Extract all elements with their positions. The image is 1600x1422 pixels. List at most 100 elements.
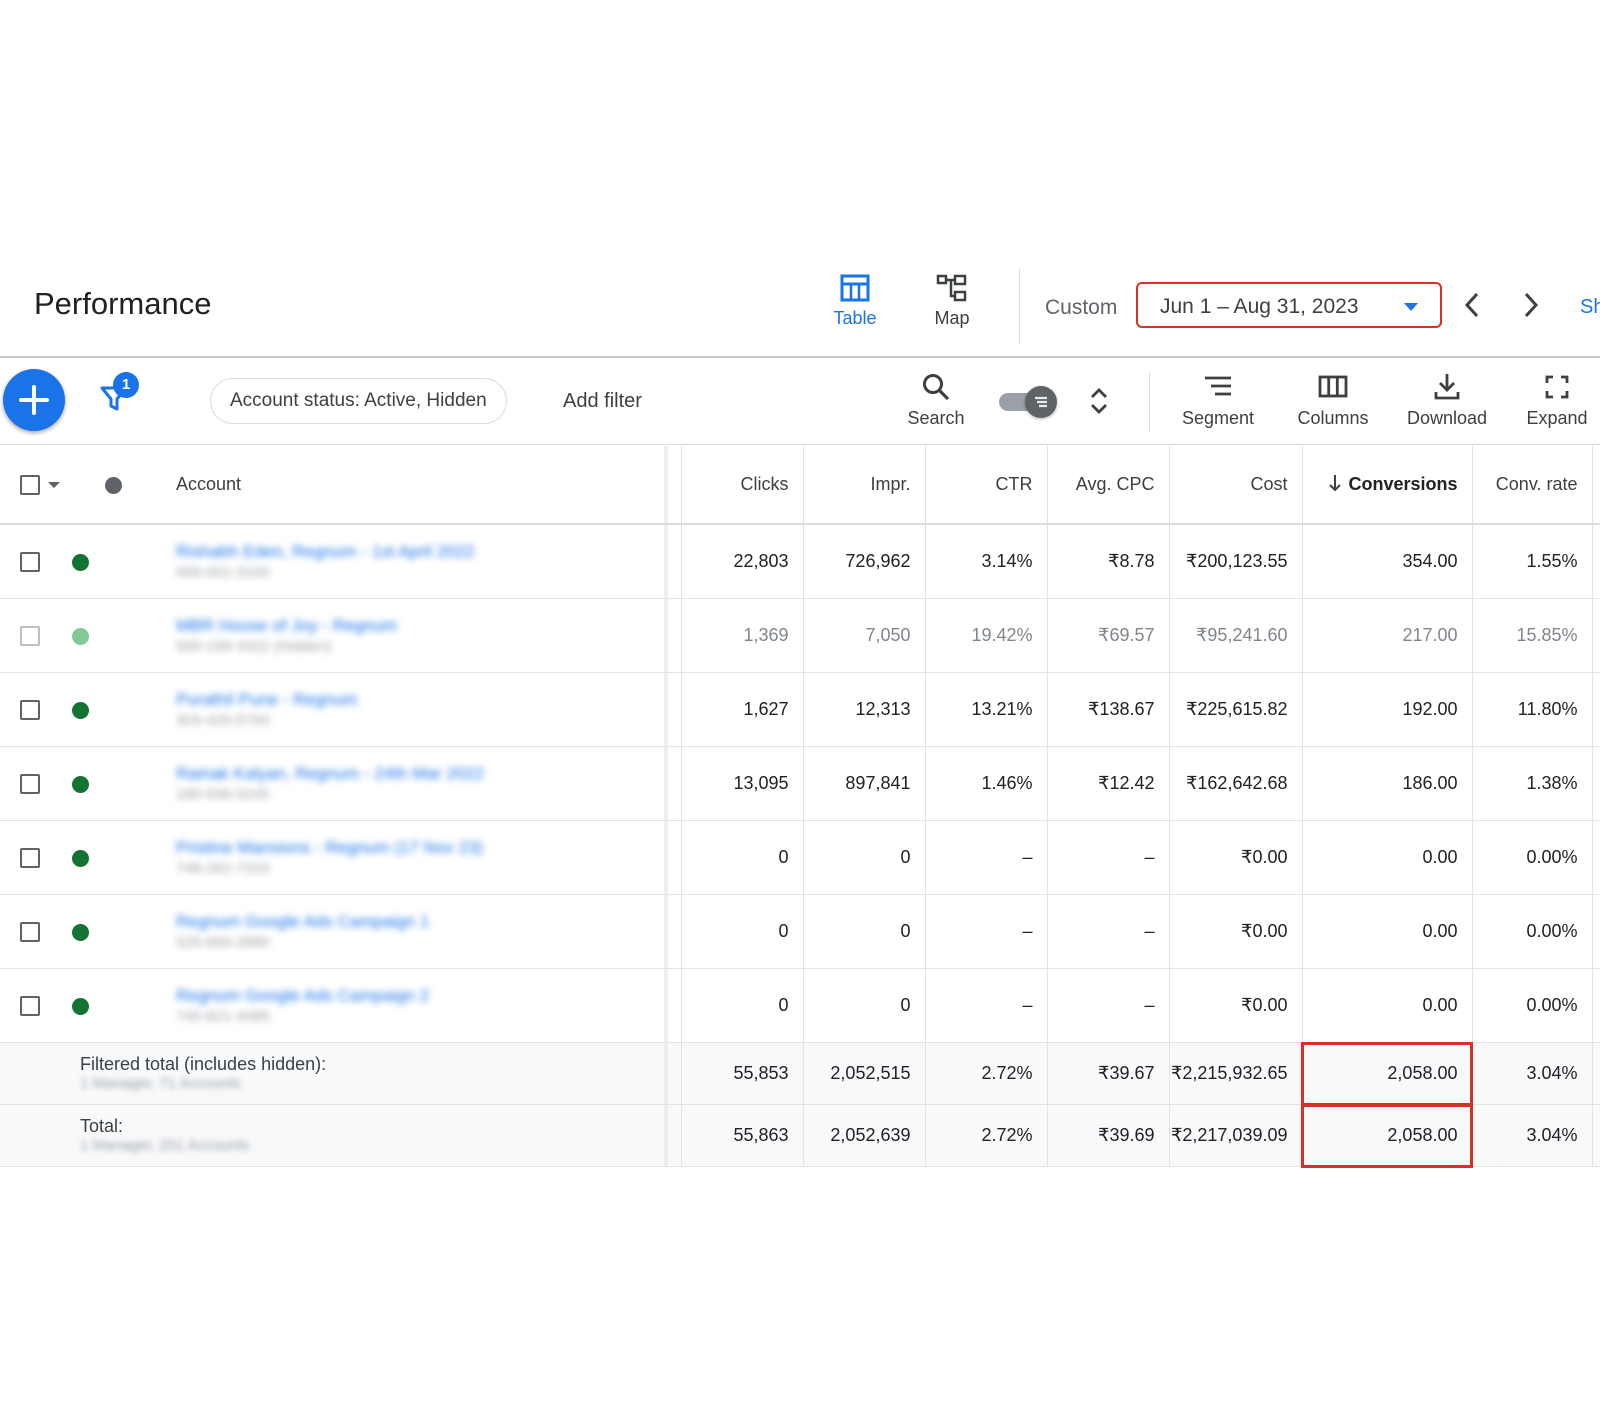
- column-header-avg-cpc[interactable]: Avg. CPC: [1047, 446, 1170, 525]
- column-header-account[interactable]: Account: [154, 446, 664, 525]
- table-row[interactable]: Regnum Google Ads Campaign 2 745-821-4089…: [0, 968, 1600, 1043]
- table-row[interactable]: Rishabh Eden, Regnum - 1st April 2022 909…: [0, 524, 1600, 599]
- cell-ctr: –: [925, 894, 1048, 969]
- tab-map-label: Map: [934, 308, 970, 328]
- columns-button[interactable]: Columns: [1289, 372, 1377, 429]
- next-period-button[interactable]: [1521, 290, 1541, 325]
- account-cell[interactable]: Regnum Google Ads Campaign 1 529-669-2880: [154, 894, 664, 969]
- total-label-cell: Filtered total (includes hidden): 1 Manag…: [72, 1042, 664, 1105]
- total-cost: ₹2,217,039.09: [1169, 1104, 1303, 1167]
- unfold-icon: [1091, 388, 1107, 414]
- cell-conversions: 217.00: [1302, 598, 1473, 673]
- cell-avg-cpc: ₹69.57: [1047, 598, 1170, 673]
- column-header-cost[interactable]: Cost: [1169, 446, 1303, 525]
- segment-button[interactable]: Segment: [1175, 372, 1261, 429]
- tab-table[interactable]: Table: [820, 274, 890, 329]
- select-menu-caret-icon[interactable]: [48, 481, 60, 488]
- account-name-link[interactable]: Rainak Kalyan, Regnum - 24th Mar 2022: [176, 763, 664, 784]
- cell-ctr: –: [925, 968, 1048, 1043]
- cell-cost: ₹162,642.68: [1169, 746, 1303, 821]
- account-name-link[interactable]: MBR House of Joy - Regnum: [176, 615, 664, 636]
- cell-conv-rate: 1.55%: [1472, 524, 1593, 599]
- search-button[interactable]: Search: [900, 372, 972, 429]
- account-cell[interactable]: MBR House of Joy - Regnum 500-199-3322 (H…: [154, 598, 664, 673]
- segment-icon: [1205, 376, 1231, 396]
- status-dot-icon: [72, 672, 154, 747]
- download-button[interactable]: Download: [1402, 372, 1492, 429]
- cell-cost: ₹0.00: [1169, 968, 1303, 1043]
- column-header-impr[interactable]: Impr.: [803, 446, 926, 525]
- row-checkbox[interactable]: [0, 672, 72, 747]
- account-name-link[interactable]: Pristine Mansions - Regnum (17 Nov 23): [176, 837, 664, 858]
- column-header-conv-rate[interactable]: Conv. rate: [1472, 446, 1593, 525]
- toolbar-divider: [1149, 372, 1150, 432]
- column-resize-handle[interactable]: [664, 446, 682, 525]
- status-dot-icon: [104, 476, 122, 494]
- select-all-checkbox[interactable]: [0, 446, 72, 525]
- expand-button[interactable]: Expand: [1520, 372, 1594, 429]
- account-cell[interactable]: Regnum Google Ads Campaign 2 745-821-4089: [154, 968, 664, 1043]
- segment-label: Segment: [1181, 408, 1255, 428]
- tab-map[interactable]: Map: [917, 274, 987, 329]
- account-id: 745-821-4089: [176, 1007, 270, 1025]
- previous-period-button[interactable]: [1462, 290, 1482, 325]
- cell-ctr: 19.42%: [925, 598, 1048, 673]
- date-range-picker[interactable]: Jun 1 – Aug 31, 2023: [1136, 282, 1442, 328]
- account-name-link[interactable]: Purathil Pune - Regnum: [176, 689, 664, 710]
- cell-impr: 0: [803, 894, 926, 969]
- account-name-link[interactable]: Regnum Google Ads Campaign 2: [176, 985, 664, 1006]
- status-dot-icon: [72, 894, 154, 969]
- download-label: Download: [1406, 408, 1488, 428]
- total-ctr: 2.72%: [925, 1104, 1048, 1167]
- chevron-right-icon: [1524, 292, 1539, 318]
- total-label: Total:: [80, 1115, 124, 1136]
- cell-cost: ₹95,241.60: [1169, 598, 1303, 673]
- table-row[interactable]: Purathil Pune - Regnum 303-425-5794 1,627 1…: [0, 672, 1600, 747]
- cell-impr: 0: [803, 968, 926, 1043]
- account-name-link[interactable]: Rishabh Eden, Regnum - 1st April 2022: [176, 541, 664, 562]
- status-dot-icon: [72, 524, 154, 599]
- account-cell[interactable]: Purathil Pune - Regnum 303-425-5794: [154, 672, 664, 747]
- table-row[interactable]: Regnum Google Ads Campaign 1 529-669-2880…: [0, 894, 1600, 969]
- cell-avg-cpc: ₹138.67: [1047, 672, 1170, 747]
- add-button[interactable]: [3, 369, 65, 431]
- header-divider-line: [0, 356, 1600, 358]
- row-checkbox[interactable]: [0, 968, 72, 1043]
- table-row[interactable]: Rainak Kalyan, Regnum - 24th Mar 2022 180…: [0, 746, 1600, 821]
- download-icon: [1434, 374, 1460, 400]
- map-icon: [936, 274, 967, 302]
- status-column-header[interactable]: [72, 446, 154, 525]
- total-label-cell: Total: 1 Manager, 251 Accounts: [72, 1104, 664, 1167]
- row-checkbox[interactable]: [0, 598, 72, 673]
- account-id: 529-669-2880: [176, 933, 270, 951]
- row-checkbox[interactable]: [0, 524, 72, 599]
- row-checkbox[interactable]: [0, 746, 72, 821]
- view-toggle[interactable]: [999, 386, 1057, 418]
- column-header-ctr[interactable]: CTR: [925, 446, 1048, 525]
- status-dot-icon: [72, 746, 154, 821]
- expand-collapse-rows-button[interactable]: [1088, 386, 1110, 421]
- cell-clicks: 0: [681, 894, 804, 969]
- column-header-clicks[interactable]: Clicks: [681, 446, 804, 525]
- account-cell[interactable]: Rishabh Eden, Regnum - 1st April 2022 909…: [154, 524, 664, 599]
- row-checkbox[interactable]: [0, 894, 72, 969]
- total-row: Total: 1 Manager, 251 Accounts 55,863 2,052…: [0, 1103, 1600, 1168]
- account-cell[interactable]: Rainak Kalyan, Regnum - 24th Mar 2022 180…: [154, 746, 664, 821]
- add-filter-button[interactable]: Add filter: [563, 390, 642, 413]
- filter-chip-account-status[interactable]: Account status: Active, Hidden: [210, 378, 507, 424]
- share-link[interactable]: Sh: [1580, 296, 1600, 319]
- total-row: Filtered total (includes hidden): 1 Manag…: [0, 1041, 1600, 1106]
- total-impr: 2,052,515: [803, 1042, 926, 1105]
- tab-table-label: Table: [833, 308, 877, 328]
- table-row[interactable]: MBR House of Joy - Regnum 500-199-3322 (H…: [0, 598, 1600, 673]
- column-header-conversions[interactable]: Conversions: [1302, 446, 1473, 525]
- cell-clicks: 13,095: [681, 746, 804, 821]
- total-label: Filtered total (includes hidden):: [80, 1053, 327, 1074]
- account-id: 180-936-5245: [176, 785, 270, 803]
- account-name-link[interactable]: Regnum Google Ads Campaign 1: [176, 911, 664, 932]
- row-checkbox[interactable]: [0, 820, 72, 895]
- cell-clicks: 0: [681, 820, 804, 895]
- table-row[interactable]: Pristine Mansions - Regnum (17 Nov 23) 74…: [0, 820, 1600, 895]
- account-cell[interactable]: Pristine Mansions - Regnum (17 Nov 23) 74…: [154, 820, 664, 895]
- cell-conversions: 0.00: [1302, 820, 1473, 895]
